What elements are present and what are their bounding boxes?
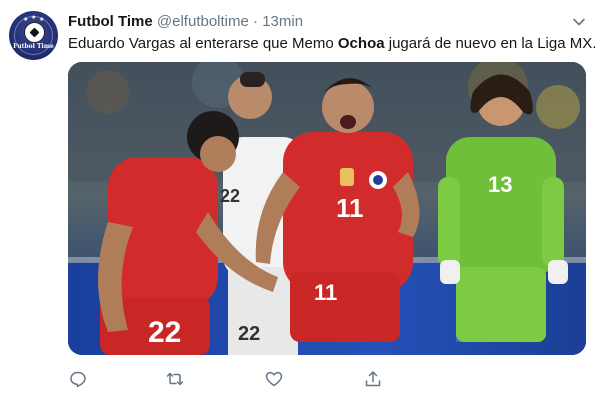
svg-text:22: 22: [238, 323, 260, 345]
tweet-text: Eduardo Vargas al enterarse que Memo Och…: [68, 34, 596, 54]
star-icon: ★: [23, 17, 29, 23]
svg-text:22: 22: [148, 316, 181, 349]
star-icon: ★: [31, 15, 37, 21]
tweet-photo[interactable]: W B 22 22 13: [68, 62, 586, 355]
svg-text:13: 13: [488, 172, 512, 197]
tweet-text-start: Eduardo Vargas al enterarse que Memo: [68, 35, 338, 52]
display-name[interactable]: Futbol Time: [68, 13, 153, 30]
tweet-text-bold: Ochoa: [337, 35, 385, 52]
photo-scene: W B 22 22 13: [68, 62, 586, 355]
star-icon: ★: [39, 17, 45, 23]
svg-text:22: 22: [220, 186, 240, 206]
svg-text:11: 11: [336, 193, 364, 223]
separator-dot: ·: [253, 13, 259, 30]
like-icon[interactable]: [264, 369, 284, 389]
avatar[interactable]: ★ ★ ★ Futbol Time: [9, 11, 58, 60]
reply-icon[interactable]: [68, 369, 88, 389]
avatar-brand-text: Futbol Time: [13, 43, 54, 50]
chevron-down-icon[interactable]: [571, 14, 587, 30]
user-handle[interactable]: @elfutboltime: [157, 13, 249, 30]
timestamp[interactable]: 13min: [262, 13, 303, 30]
share-icon[interactable]: [363, 369, 383, 389]
retweet-icon[interactable]: [165, 369, 185, 389]
svg-text:11: 11: [314, 280, 337, 305]
soccer-ball-icon: [24, 22, 45, 43]
tweet-header: Futbol Time @elfutboltime · 13min: [68, 13, 303, 31]
tweet-text-end: jugará de nuevo en la Liga MX.: [384, 35, 596, 52]
